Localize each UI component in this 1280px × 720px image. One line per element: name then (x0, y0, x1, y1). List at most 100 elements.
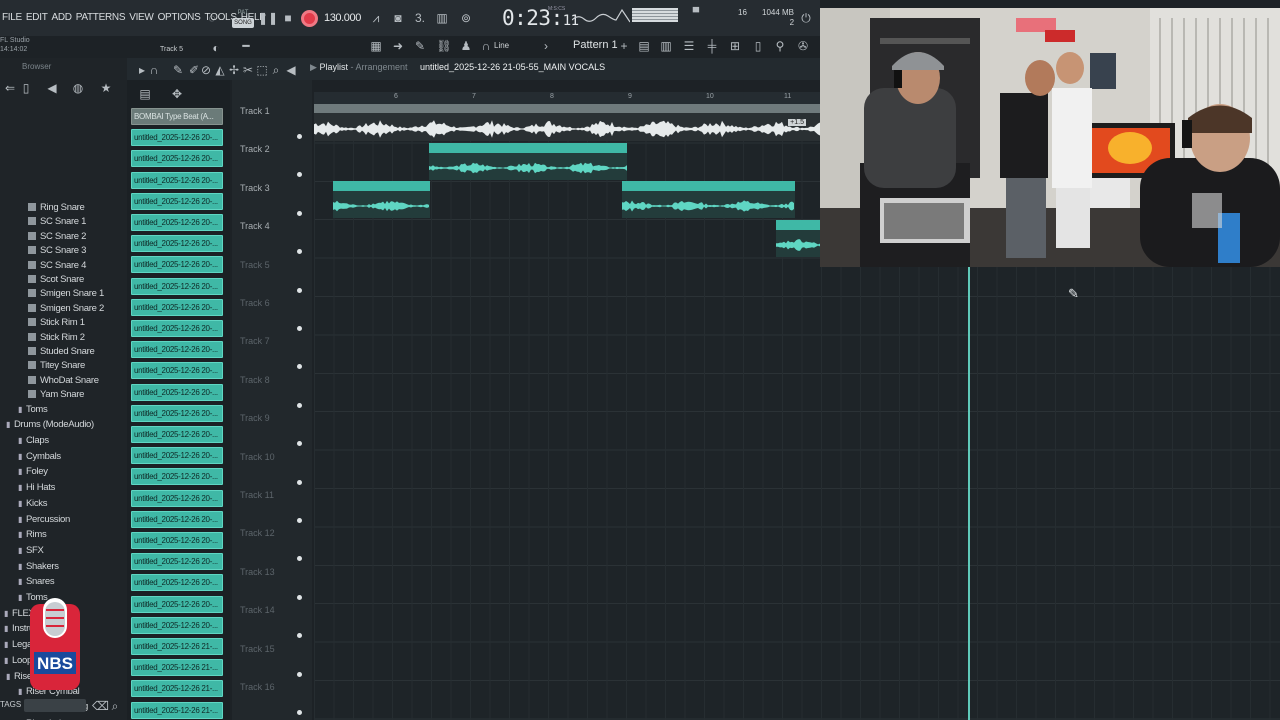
wait-record-icon[interactable]: ◙ (390, 10, 406, 26)
browser-item[interactable]: ▮ Cymbals (18, 451, 61, 465)
track-mute-dot[interactable] (297, 594, 302, 600)
tempo-display[interactable]: 130.000 (324, 12, 361, 24)
track-mute-dot[interactable] (297, 326, 302, 331)
browser-item[interactable]: ▮ Snares (18, 576, 55, 590)
song-time[interactable]: 0:23:11 (502, 6, 579, 30)
playhead[interactable] (968, 267, 970, 720)
browser-item[interactable]: Scot Snare (28, 274, 84, 288)
browser-item[interactable]: Smigen Snare 1 (28, 288, 104, 302)
picker-move-icon[interactable]: ✥ (169, 86, 185, 102)
magnet-icon[interactable]: ∩ (478, 38, 494, 54)
plug-icon[interactable]: ⚲ (772, 38, 788, 54)
countdown-icon[interactable]: 3. (412, 10, 428, 26)
power-icon[interactable]: ⏻ (798, 10, 814, 26)
picker-clip-item[interactable]: untitled_2025-12-26 20-... (131, 553, 223, 571)
stamp-icon[interactable]: ♟ (458, 38, 474, 54)
menu-patterns[interactable]: PATTERNS (76, 12, 126, 23)
track-label[interactable]: Track 1 (240, 106, 270, 116)
speaker-icon[interactable]: ◀ (283, 62, 299, 78)
menu-options[interactable]: OPTIONS (158, 12, 201, 23)
picker-clip-item[interactable]: untitled_2025-12-26 20-... (131, 532, 223, 549)
zoom-icon[interactable]: ⌕ (268, 62, 284, 78)
track-label[interactable]: Track 15 (240, 644, 275, 654)
track-label[interactable]: Track 12 (240, 528, 275, 538)
vocal-clip-track2[interactable]: untitled_2025-12-26 20-54-53_MAIN VOCALS (429, 143, 627, 180)
track-mute-dot[interactable] (297, 710, 302, 715)
picker-clip-item[interactable]: untitled_2025-12-26 20-... (131, 489, 223, 507)
track-mute-dot[interactable] (297, 518, 302, 523)
master-volume-meter[interactable] (632, 8, 678, 22)
track-mute-dot[interactable] (297, 134, 302, 139)
picker-clip-item[interactable]: untitled_2025-12-26 20-... (131, 426, 223, 443)
speaker-icon[interactable]: ◀ (44, 80, 60, 96)
menu-view[interactable]: VIEW (129, 12, 154, 23)
browser-item[interactable]: SC Snare 1 (28, 216, 86, 230)
beat-audio-clip[interactable]: BOMBAI Type Beat (ALOKLITO CUMBIA CHETA … (314, 104, 820, 141)
picker-clip-item[interactable]: untitled_2025-12-26 20-... (131, 171, 223, 189)
track-label[interactable]: Track 5 (240, 260, 270, 270)
picker-clip-item[interactable]: untitled_2025-12-26 20-... (131, 214, 223, 231)
track-mute-dot[interactable] (297, 479, 302, 485)
browser-item[interactable]: ▮ Percussion (18, 514, 70, 528)
pat-song-toggle[interactable]: PAT SONG (232, 8, 254, 28)
browser-item[interactable]: ▮ Shakers (18, 561, 59, 575)
picker-clip-item[interactable]: untitled_2025-12-26 20-... (131, 595, 223, 613)
track-label[interactable]: Track 4 (240, 221, 270, 231)
track-label[interactable]: Track 9 (240, 413, 270, 423)
tags-search[interactable] (24, 699, 86, 712)
track-label[interactable]: Track 11 (240, 490, 274, 500)
playlist-view[interactable]: Arrangement (355, 62, 407, 72)
document-icon[interactable]: ▯ (750, 38, 766, 54)
picker-clip-item[interactable]: untitled_2025-12-26 20-... (131, 298, 223, 316)
picker-clip-item[interactable]: untitled_2025-12-26 20-... (131, 447, 223, 465)
picker-menu-icon[interactable]: ▤ (137, 86, 153, 102)
browser-item[interactable]: SC Snare 3 (28, 245, 86, 259)
track-label[interactable]: Track 6 (240, 298, 270, 308)
record-button[interactable] (301, 10, 318, 27)
playlist-window-icon[interactable]: ▤ (636, 38, 652, 54)
track-label[interactable]: Track 3 (240, 183, 270, 193)
picker-clip-item[interactable]: untitled_2025-12-26 20-... (131, 616, 223, 634)
picker-clip-item[interactable]: untitled_2025-12-26 20-... (131, 404, 223, 422)
browser-item[interactable]: Yam Snare (28, 389, 84, 403)
track-mute-dot[interactable] (297, 402, 302, 408)
picker-clip-item[interactable]: untitled_2025-12-26 20-... (131, 383, 223, 401)
vocal-clip-track4[interactable]: untitled_20... (776, 220, 820, 257)
sliders-icon[interactable]: ╪ (704, 38, 720, 54)
picker-clip-item[interactable]: untitled_2025-12-26 21-... (131, 659, 223, 677)
remove-tag-icon[interactable]: ⌫ (92, 698, 109, 714)
track-mute-dot[interactable] (297, 287, 302, 293)
picker-clip-item[interactable]: untitled_2025-12-26 20-... (131, 129, 223, 147)
track-label[interactable]: Track 2 (240, 144, 270, 154)
picker-clip-item[interactable]: untitled_2025-12-26 21-... (131, 680, 223, 698)
tree-icon[interactable]: ⊞ (727, 38, 743, 54)
browser-item[interactable]: Ring Snare (28, 202, 85, 216)
picker-clip-item[interactable]: untitled_2025-12-26 20-... (131, 235, 223, 253)
metronome-icon[interactable]: ⩘ (368, 10, 384, 26)
star-icon[interactable]: ★ (98, 80, 114, 96)
picker-clip-item[interactable]: untitled_2025-12-26 20-... (131, 192, 223, 210)
pattern-selector[interactable]: Pattern 1 (573, 39, 618, 51)
browser-item[interactable]: ▮ Toms (18, 404, 48, 418)
picker-clip-item[interactable]: untitled_2025-12-26 20-... (131, 320, 223, 337)
picker-clip-item[interactable]: untitled_2025-12-26 20-... (131, 468, 223, 486)
browser-item[interactable]: ▮ SFX (18, 545, 44, 559)
track-label[interactable]: Track 16 (240, 682, 275, 692)
browser-item[interactable]: ▮ Foley (18, 466, 48, 480)
snap-arrow-icon[interactable]: › (538, 38, 554, 54)
search-icon[interactable]: ⌕ (107, 698, 123, 714)
snap-selector[interactable]: Line (494, 41, 509, 50)
picker-clip-item[interactable]: untitled_2025-12-26 20-... (131, 277, 223, 295)
menu-file[interactable]: FILE (2, 12, 22, 23)
browser-item[interactable]: ▮ Hi Hats (18, 482, 55, 496)
track-label[interactable]: Track 10 (240, 452, 275, 462)
globe-icon[interactable]: ◍ (70, 80, 86, 96)
stop-icon[interactable]: ■ (280, 10, 296, 26)
browser-item[interactable]: ▮ Rims (18, 529, 47, 543)
file-icon[interactable]: ▯ (18, 80, 34, 96)
pencil-icon[interactable]: ✎ (412, 38, 428, 54)
track-label[interactable]: Track 13 (240, 567, 275, 577)
picker-clip-item[interactable]: untitled_2025-12-26 20-... (131, 510, 223, 528)
play-icon[interactable]: ❚❚ (258, 10, 278, 26)
piano-icon[interactable]: ▦ (368, 38, 384, 54)
